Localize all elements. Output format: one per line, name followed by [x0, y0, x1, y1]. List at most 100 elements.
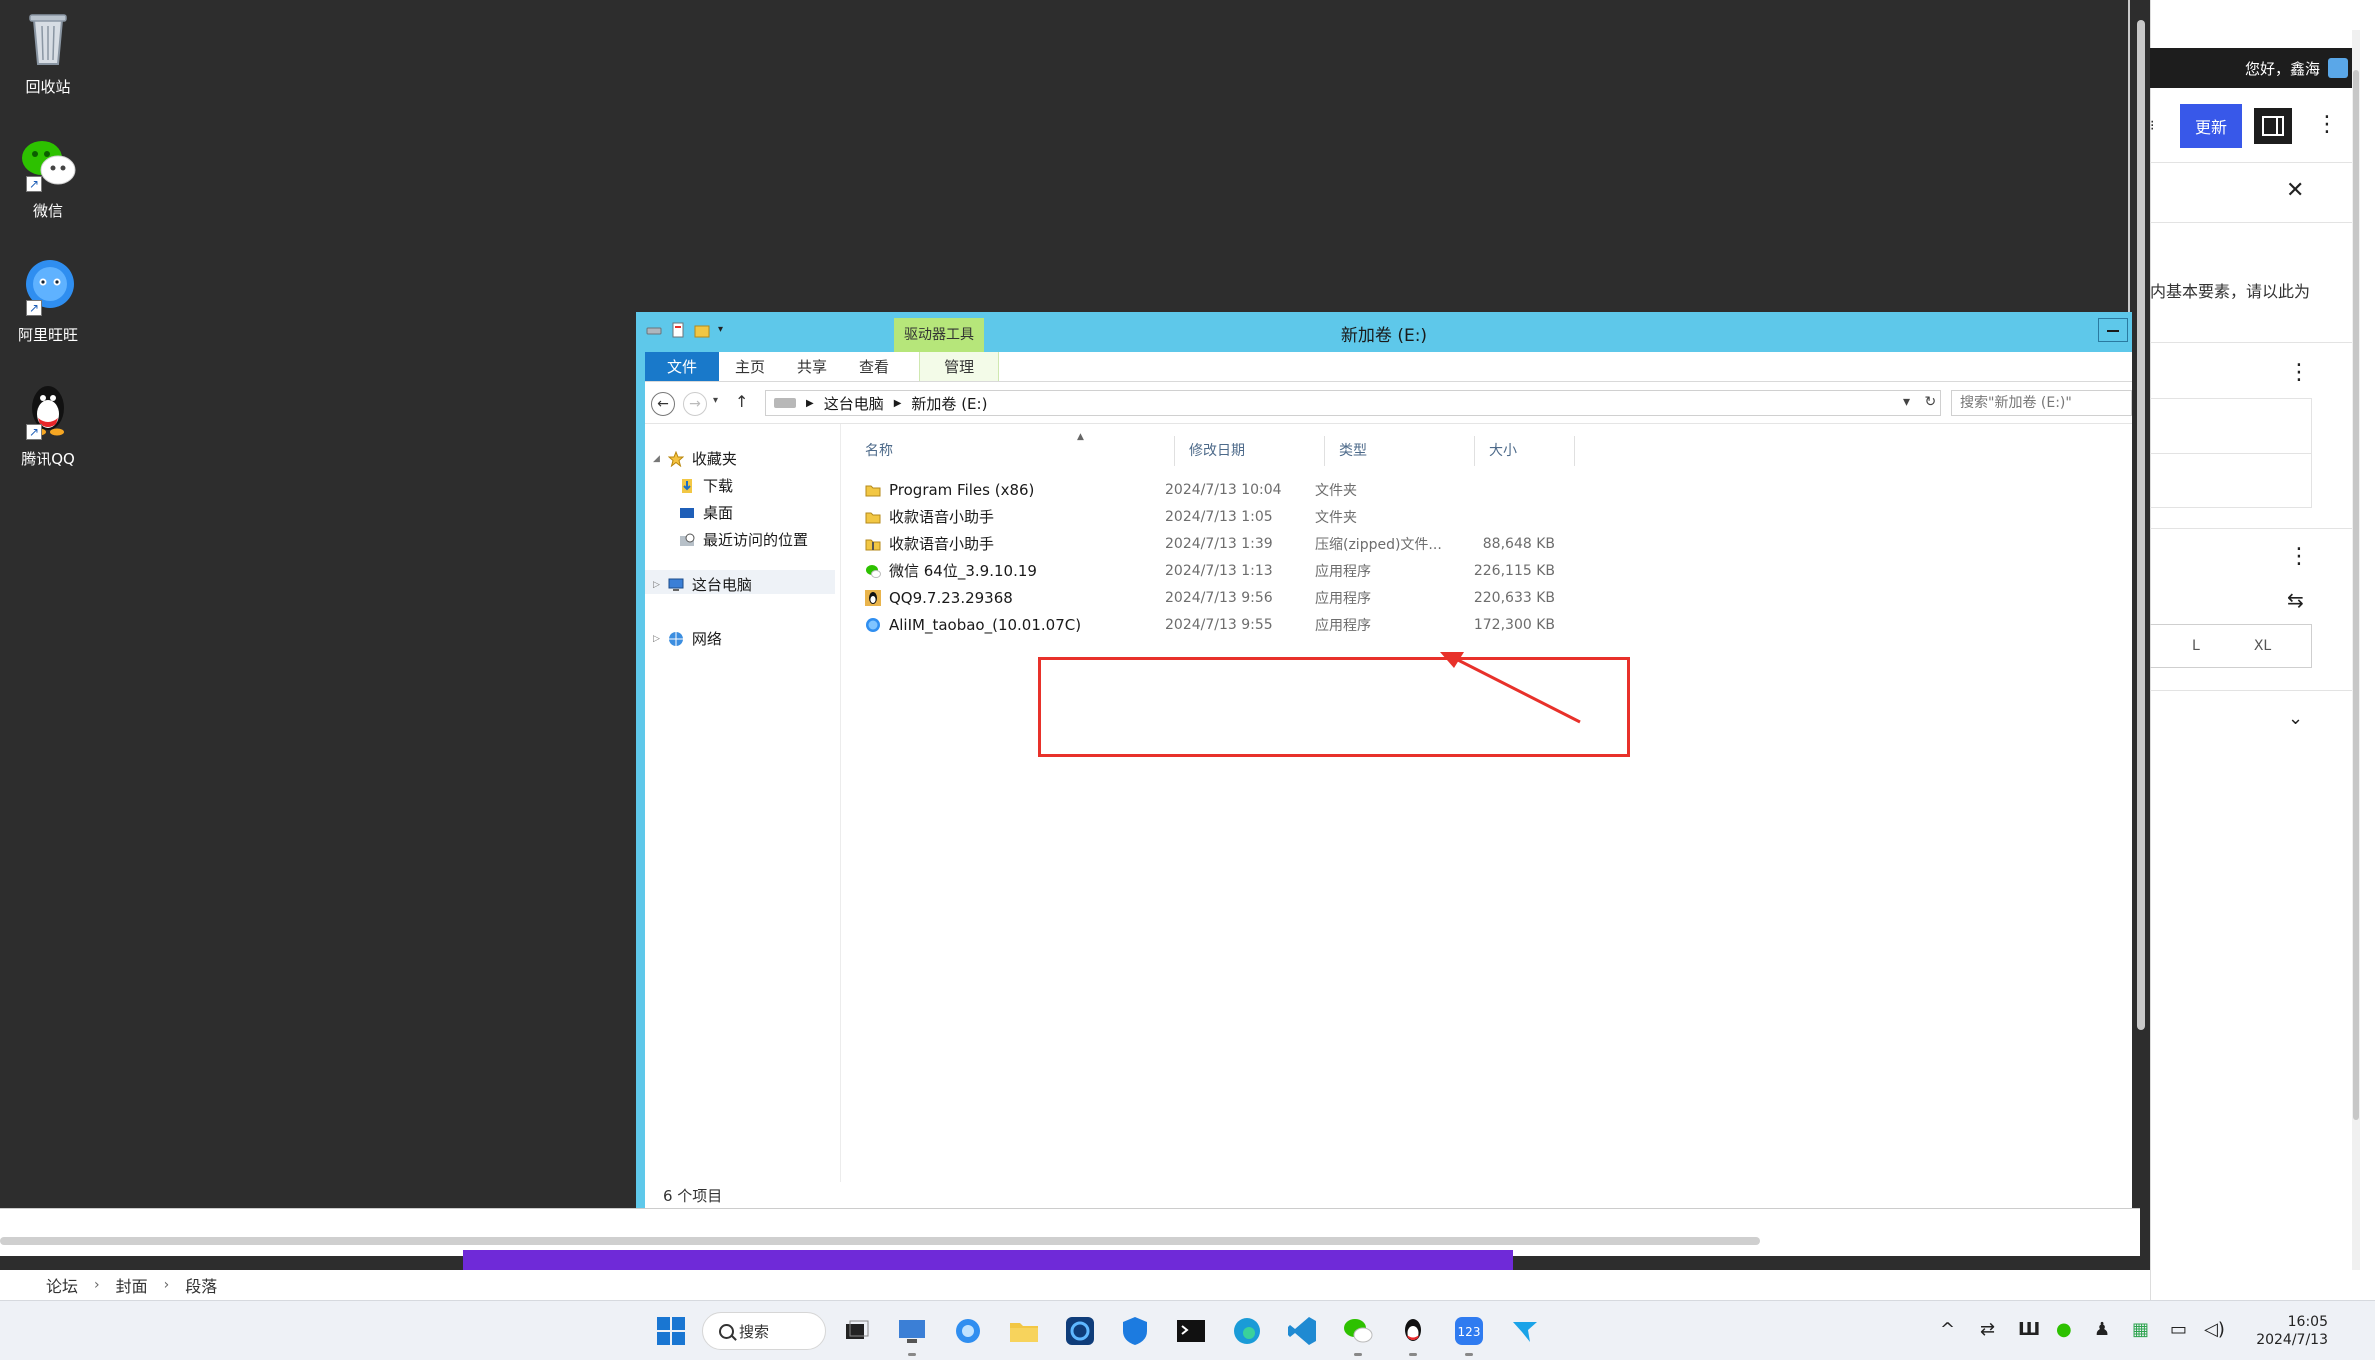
tab-home[interactable]: 主页: [719, 352, 781, 381]
user-greeting[interactable]: 您好，鑫海: [2245, 58, 2320, 79]
nav-favorites[interactable]: ◢ 收藏夹: [653, 448, 737, 469]
file-row[interactable]: QQ9.7.23.29368 2024/7/13 9:56 应用程序 220,6…: [865, 584, 1555, 611]
qq-taskbar-icon[interactable]: [1396, 1314, 1430, 1348]
breadcrumb-drive-e[interactable]: 新加卷 (E:): [911, 393, 987, 414]
nav-recent-places[interactable]: 最近访问的位置: [679, 529, 808, 550]
security-shield-icon[interactable]: [1118, 1314, 1152, 1348]
cover-image-strip: [463, 1250, 1513, 1270]
size-option-l[interactable]: L: [2192, 638, 2200, 654]
tab-share[interactable]: 共享: [781, 352, 843, 381]
column-header-size[interactable]: 大小: [1475, 436, 1575, 466]
address-bar-row: ← → ▾ ↑ ▶ 这台电脑 ▶ 新加卷 (E:) ▾ ↻ 搜索"新加卷 (E:…: [645, 382, 2132, 424]
avatar-icon[interactable]: [2328, 58, 2348, 78]
typography-options-kebab-icon[interactable]: ⋮: [2288, 546, 2310, 568]
toggle-switch-icon[interactable]: ⇄: [1980, 1319, 1995, 1340]
recent-places-icon: [679, 532, 695, 548]
up-arrow-icon[interactable]: ↑: [735, 392, 748, 411]
volume-icon[interactable]: ◁): [2204, 1319, 2225, 1340]
browser-icon[interactable]: [951, 1314, 985, 1348]
minimize-button[interactable]: [2098, 318, 2128, 342]
block-options-kebab-icon[interactable]: ⋮: [2288, 362, 2310, 384]
chevron-up-icon[interactable]: ^: [1940, 1319, 1955, 1340]
vscode-icon[interactable]: [1285, 1314, 1319, 1348]
breadcrumb-this-pc[interactable]: 这台电脑: [824, 393, 884, 414]
signal-bars-icon[interactable]: Ш: [2018, 1319, 2040, 1340]
taskbar-search-button[interactable]: 搜索: [702, 1312, 826, 1350]
adjust-settings-icon[interactable]: ⇆: [2287, 588, 2304, 612]
remote-desktop-icon[interactable]: [895, 1314, 929, 1348]
qq-tray-icon[interactable]: ♟: [2094, 1319, 2110, 1340]
file-explorer-window: ▾ 驱动器工具 新加卷 (E:) 文件 主页 共享 查看 管理 ← → ▾ ↑ …: [636, 312, 2132, 1210]
divider: [2150, 690, 2355, 691]
recent-locations-chevron-icon[interactable]: ▾: [713, 395, 718, 406]
nav-network[interactable]: ▷ 网络: [653, 628, 722, 649]
breadcrumb-item[interactable]: 段落: [185, 1273, 217, 1297]
chevron-right-icon: ›: [163, 1277, 170, 1293]
zip-folder-icon: [865, 536, 881, 552]
file-row[interactable]: AliIM_taobao_(10.01.07C) 2024/7/13 9:55 …: [865, 611, 1555, 638]
nav-desktop[interactable]: 桌面: [679, 502, 733, 523]
column-header-name[interactable]: 名称: [851, 436, 1175, 466]
computer-icon: [668, 577, 684, 593]
system-clock[interactable]: 16:05 2024/7/13: [2246, 1313, 2328, 1349]
display-icon[interactable]: ▭: [2170, 1319, 2187, 1340]
windows-start-icon[interactable]: [654, 1314, 688, 1348]
close-icon[interactable]: ✕: [2286, 178, 2304, 203]
file-row[interactable]: Program Files (x86) 2024/7/13 10:04 文件夹: [865, 476, 1555, 503]
horizontal-scrollbar[interactable]: [0, 1237, 1760, 1245]
app-circle-icon[interactable]: [1063, 1314, 1097, 1348]
file-row[interactable]: 收款语音小助手 2024/7/13 1:39 压缩(zipped)文件... 8…: [865, 530, 1555, 557]
file-row[interactable]: 收款语音小助手 2024/7/13 1:05 文件夹: [865, 503, 1555, 530]
desktop-icon-recycle-bin[interactable]: 回收站: [8, 6, 88, 97]
panel-vertical-scrollbar[interactable]: [2352, 30, 2360, 1270]
panel-option-box[interactable]: [2150, 398, 2312, 508]
ribbon-tabs: 文件 主页 共享 查看 管理: [645, 352, 2132, 382]
desktop-icon-aliwangwang[interactable]: ↗ 阿里旺旺: [8, 254, 88, 345]
sidebar-toggle-button[interactable]: [2254, 108, 2292, 144]
size-option-xl[interactable]: XL: [2254, 638, 2271, 654]
panel-edge-icon: ⁝: [2150, 118, 2155, 134]
task-view-icon[interactable]: [840, 1314, 874, 1348]
address-input[interactable]: ▶ 这台电脑 ▶ 新加卷 (E:): [765, 390, 1941, 416]
tab-file[interactable]: 文件: [645, 352, 720, 381]
expand-chevron-icon[interactable]: ▷: [653, 634, 660, 644]
expand-chevron-icon[interactable]: ◢: [653, 454, 660, 464]
back-button[interactable]: ←: [651, 392, 675, 416]
desktop-icon-wechat[interactable]: ↗ 微信: [8, 130, 88, 221]
file-row[interactable]: 微信 64位_3.9.10.19 2024/7/13 1:13 应用程序 226…: [865, 557, 1555, 584]
tab-manage[interactable]: 管理: [919, 352, 1000, 381]
search-input[interactable]: 搜索"新加卷 (E:)": [1951, 390, 2132, 416]
desktop-icon-label: 回收站: [25, 78, 71, 96]
address-dropdown-chevron-icon[interactable]: ▾: [1903, 394, 1910, 410]
lark-icon[interactable]: [1508, 1314, 1542, 1348]
running-indicator: [908, 1353, 916, 1356]
wechat-taskbar-icon[interactable]: [1341, 1314, 1375, 1348]
wechat-tray-icon[interactable]: ●: [2056, 1319, 2072, 1340]
expand-chevron-icon[interactable]: ▷: [653, 580, 660, 590]
divider: [2150, 342, 2355, 343]
forward-button[interactable]: →: [683, 392, 707, 416]
pan-123-icon[interactable]: 123: [1452, 1314, 1486, 1348]
explorer-titlebar[interactable]: ▾ 驱动器工具 新加卷 (E:): [636, 312, 2132, 352]
breadcrumb-item[interactable]: 封面: [116, 1273, 148, 1297]
desktop-icon-qq[interactable]: ↗ 腾讯QQ: [8, 378, 88, 469]
file-explorer-icon[interactable]: [1007, 1314, 1041, 1348]
remote-window-vertical-scrollbar[interactable]: [2137, 20, 2145, 1030]
edge-browser-icon[interactable]: [1230, 1314, 1264, 1348]
nav-downloads[interactable]: 下载: [679, 475, 733, 496]
font-size-toggle-group[interactable]: L XL: [2150, 624, 2312, 668]
breadcrumb-item[interactable]: 论坛: [46, 1273, 78, 1297]
column-header-date[interactable]: 修改日期: [1175, 436, 1325, 466]
shortcut-arrow-icon: ↗: [26, 424, 42, 440]
options-kebab-icon[interactable]: ⋮: [2316, 114, 2338, 136]
refresh-icon[interactable]: ↻: [1924, 394, 1936, 410]
recycle-bin-icon: [16, 6, 80, 70]
update-button[interactable]: 更新: [2180, 104, 2242, 148]
column-header-type[interactable]: 类型: [1325, 436, 1475, 466]
nav-this-pc[interactable]: ▷ 这台电脑: [653, 574, 752, 595]
app-tray-icon[interactable]: ▦: [2132, 1319, 2149, 1340]
terminal-icon[interactable]: [1174, 1314, 1208, 1348]
chevron-down-icon[interactable]: ⌄: [2288, 708, 2303, 729]
status-bar: 6 个项目: [645, 1182, 2132, 1210]
tab-view[interactable]: 查看: [843, 352, 905, 381]
